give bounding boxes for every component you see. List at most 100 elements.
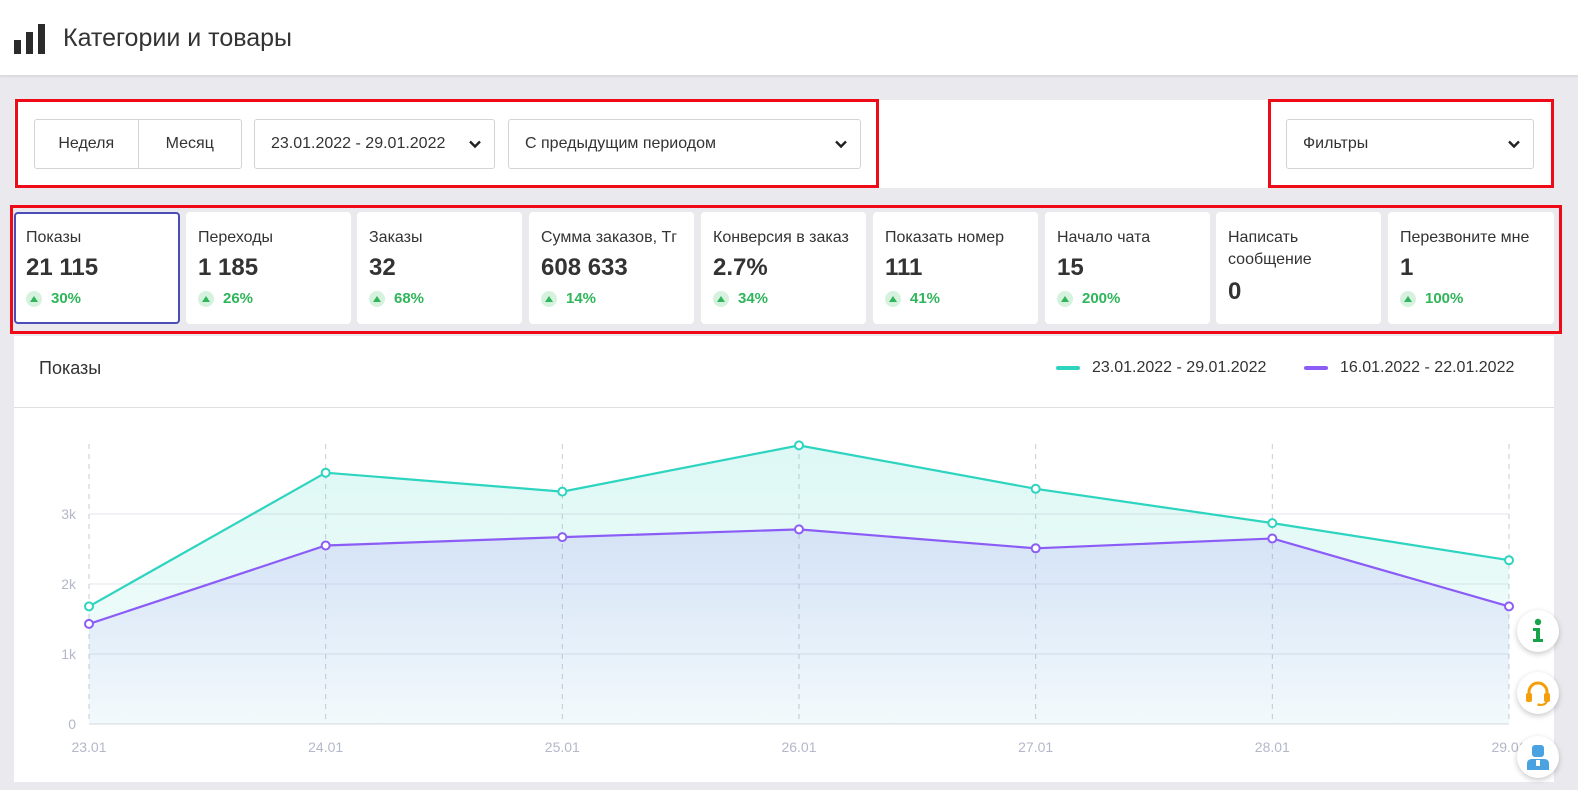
metric-value: 21 115 [26, 254, 99, 281]
arrow-up-icon [885, 290, 901, 307]
arrow-up-icon [198, 290, 214, 307]
y-tick-label: 2k [61, 576, 77, 592]
support-button[interactable] [1517, 672, 1559, 714]
metric-label: Показы [26, 229, 82, 246]
week-button[interactable]: Неделя [35, 120, 138, 168]
metric-value: 15 [1057, 254, 1084, 281]
arrow-up-icon [369, 290, 385, 307]
arrow-up-icon [1400, 290, 1416, 307]
data-point [1504, 555, 1514, 566]
top-bar: Категории и товары [0, 0, 1578, 76]
chart-panel: Показы 23.01.2022 - 29.01.2022 16.01.202… [14, 336, 1554, 782]
metric-delta: 41% [885, 290, 940, 307]
metric-delta-value: 100% [1425, 290, 1464, 307]
metric-delta: 100% [1400, 290, 1463, 307]
metric-value: 608 633 [541, 254, 628, 281]
data-point [557, 532, 568, 543]
metric-label: Заказы [369, 229, 423, 246]
metric-card-clicks[interactable]: Переходы 1 185 26% [186, 212, 351, 324]
x-tick-label: 26.01 [781, 739, 816, 755]
user-button[interactable] [1517, 736, 1559, 778]
bar-chart-icon [14, 24, 45, 54]
metric-value: 2.7% [713, 254, 768, 281]
metric-value: 0 [1228, 278, 1242, 305]
chevron-down-icon [469, 140, 481, 149]
compare-value: С предыдущим периодом [525, 135, 717, 152]
arrow-up-icon [1057, 290, 1073, 307]
info-button[interactable] [1517, 610, 1559, 652]
user-icon [1527, 745, 1549, 770]
data-point [320, 467, 331, 478]
date-range-select[interactable]: 23.01.2022 - 29.01.2022 [254, 119, 495, 169]
metric-delta: 14% [541, 290, 596, 307]
data-point [794, 440, 804, 451]
y-tick-label: 1k [61, 646, 77, 662]
metric-delta-value: 26% [223, 290, 254, 307]
metric-value: 32 [369, 254, 396, 281]
period-toggle: Неделя Месяц [34, 119, 242, 169]
metric-value: 111 [885, 254, 923, 281]
metric-delta: 200% [1057, 290, 1120, 307]
info-icon [1533, 618, 1543, 642]
metric-card-callback[interactable]: Перезвоните мне 1 100% [1388, 212, 1554, 324]
metric-delta-value: 34% [738, 290, 769, 307]
data-point [84, 618, 94, 629]
metric-cards: Показы 21 115 30% Переходы 1 185 26% Зак… [14, 212, 1554, 324]
x-tick-label: 24.01 [308, 739, 343, 755]
arrow-up-icon [713, 290, 729, 307]
metric-delta: 30% [26, 290, 81, 307]
data-point [1267, 533, 1278, 544]
month-button[interactable]: Месяц [137, 120, 242, 168]
metric-card-write-message[interactable]: Написать сообщение 0 [1216, 212, 1381, 324]
date-range-value: 23.01.2022 - 29.01.2022 [271, 135, 446, 152]
data-point [1504, 601, 1514, 612]
metric-label: Начало чата [1057, 229, 1151, 246]
filters-value: Фильтры [1303, 135, 1369, 152]
metric-delta-value: 14% [566, 290, 597, 307]
metric-label: Переходы [198, 229, 274, 246]
metric-label: Перезвоните мне [1400, 229, 1530, 246]
x-tick-label: 25.01 [545, 739, 580, 755]
metric-delta-value: 68% [394, 290, 425, 307]
data-point [320, 540, 331, 551]
controls-panel: Неделя Месяц 23.01.2022 - 29.01.2022 С п… [14, 100, 1554, 188]
metric-card-impressions[interactable]: Показы 21 115 30% [14, 212, 180, 324]
page-title: Категории и товары [63, 24, 293, 52]
metric-label: Показать номер [885, 229, 1004, 246]
arrow-up-icon [26, 290, 42, 307]
metric-label: Написать сообщение [1228, 229, 1312, 268]
x-tick-label: 28.01 [1255, 739, 1290, 755]
data-point [1267, 518, 1278, 529]
metric-label: Конверсия в заказ [713, 229, 849, 246]
y-tick-label: 3k [61, 506, 77, 522]
arrow-up-icon [541, 290, 557, 307]
metric-delta: 68% [369, 290, 424, 307]
chevron-down-icon [835, 140, 847, 149]
data-point [1030, 483, 1041, 494]
metric-delta: 26% [198, 290, 253, 307]
compare-select[interactable]: С предыдущим периодом [508, 119, 861, 169]
metric-card-show-phone[interactable]: Показать номер 111 41% [873, 212, 1038, 324]
chevron-down-icon [1508, 140, 1520, 149]
metric-value: 1 185 [198, 254, 259, 281]
filters-select[interactable]: Фильтры [1286, 119, 1534, 169]
x-tick-label: 27.01 [1018, 739, 1053, 755]
data-point [1030, 543, 1041, 554]
metric-value: 1 [1400, 254, 1414, 281]
metric-delta-value: 41% [910, 290, 941, 307]
line-chart: 01k2k3k23.01 24.01 25.01 26.01 27.01 28.01 29.… [61, 440, 1527, 755]
y-tick-label: 0 [68, 716, 76, 732]
metric-delta: 34% [713, 290, 768, 307]
x-tick-label: 23.01 [71, 739, 106, 755]
metric-card-order-sum[interactable]: Сумма заказов, Тг 608 633 14% [529, 212, 694, 324]
metric-card-chat-start[interactable]: Начало чата 15 200% [1045, 212, 1210, 324]
metric-delta-value: 30% [51, 290, 82, 307]
data-point [84, 601, 94, 612]
metric-card-orders[interactable]: Заказы 32 68% [357, 212, 522, 324]
metric-label: Сумма заказов, Тг [541, 229, 678, 246]
data-point [794, 524, 804, 535]
headset-icon [1526, 681, 1550, 706]
metric-card-conversion[interactable]: Конверсия в заказ 2.7% 34% [701, 212, 866, 324]
metric-delta-value: 200% [1082, 290, 1121, 307]
data-point [557, 486, 568, 497]
